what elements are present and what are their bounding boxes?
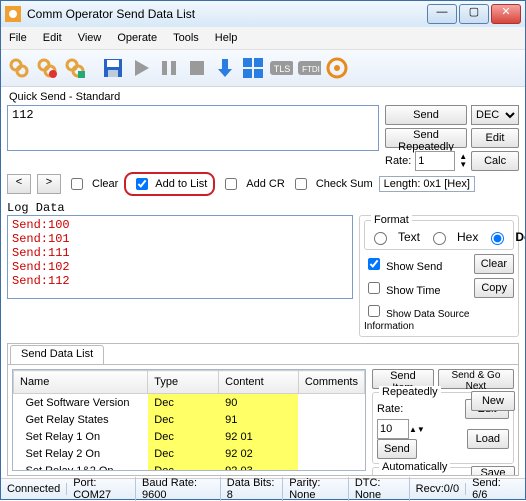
col-name[interactable]: Name [14,371,148,394]
pause-icon[interactable] [157,56,181,80]
sdl-send-button[interactable]: Send [377,439,417,459]
prev-button[interactable]: < [7,174,31,194]
status-bar: Connected Port: COM27 Baud Rate: 9600 Da… [1,478,525,499]
link-config-icon[interactable] [63,56,87,80]
svg-text:FTDI: FTDI [302,65,320,74]
send-data-table[interactable]: Name Type Content Comments Get Software … [12,369,366,471]
repeat-rate-input[interactable] [377,419,409,439]
log-box[interactable]: Send:100 Send:101 Send:111 Send:102 Send… [7,215,353,299]
clear-label: Clear [92,178,118,190]
maximize-button[interactable]: ▢ [459,4,489,24]
titlebar: Comm Operator Send Data List — ▢ ✕ [1,1,525,27]
show-send-checkbox[interactable] [368,258,380,270]
calc-icon[interactable] [241,56,265,80]
status-baud: Baud Rate: 9600 [136,477,221,501]
check-sum-label: Check Sum [316,178,373,190]
app-icon [5,6,21,22]
menubar: File Edit View Operate Tools Help [1,27,525,50]
format-hex-radio[interactable] [433,232,446,245]
add-cr-checkbox[interactable] [225,178,237,190]
target-icon[interactable] [325,56,349,80]
table-row[interactable]: Get Relay StatesDec91 [14,411,365,428]
spinner-icon[interactable]: ▲▼ [459,153,467,169]
status-parity: Parity: None [283,477,349,501]
table-row[interactable]: Get Software VersionDec90 [14,394,365,412]
unlink-icon[interactable] [35,56,59,80]
edit-button[interactable]: Edit [471,128,519,148]
format-text-radio[interactable] [374,232,387,245]
stop-icon[interactable] [185,56,209,80]
quick-send-input[interactable] [7,105,379,151]
send-button[interactable]: Send [385,105,467,125]
status-port: Port: COM27 [67,477,136,501]
window-title: Comm Operator Send Data List [27,7,427,21]
check-sum-checkbox[interactable] [295,178,307,190]
menu-help[interactable]: Help [215,32,238,44]
automatically-label: Automatically [379,461,450,473]
rate-input[interactable] [415,151,455,171]
log-clear-button[interactable]: Clear [474,254,514,274]
add-to-list-highlight: Add to List [124,172,215,196]
status-send: Send: 6/6 [466,477,519,501]
repeatedly-label: Repeatedly [379,386,441,398]
col-content[interactable]: Content [219,371,299,394]
add-to-list-checkbox[interactable] [136,178,148,190]
table-row[interactable]: Set Relay 1 OnDec92 01 [14,428,365,445]
save-icon[interactable] [101,56,125,80]
show-src-checkbox[interactable] [368,305,380,317]
send-repeatedly-button[interactable]: Send Repeatedly [385,128,467,148]
col-type[interactable]: Type [148,371,219,394]
menu-operate[interactable]: Operate [117,32,157,44]
clear-checkbox[interactable] [71,178,83,190]
save-as-button[interactable]: Save As [471,466,515,475]
status-connected: Connected [7,483,67,495]
add-to-list-label: Add to List [155,178,207,190]
status-dtc: DTC: None [349,477,410,501]
format-select[interactable]: DEC [471,105,519,125]
length-box: Length: 0x1 [Hex] [379,176,475,192]
log-copy-button[interactable]: Copy [474,278,514,298]
calc-button[interactable]: Calc [471,151,519,171]
next-button[interactable]: > [37,174,61,194]
link-icon[interactable] [7,56,31,80]
rate-label: Rate: [385,155,411,167]
download-icon[interactable] [213,56,237,80]
tls-icon[interactable]: TLS [269,56,293,80]
menu-view[interactable]: View [78,32,102,44]
close-button[interactable]: ✕ [491,4,521,24]
status-data-bits: Data Bits: 8 [221,477,283,501]
play-icon[interactable] [129,56,153,80]
col-comments[interactable]: Comments [298,371,364,394]
tab-send-data-list[interactable]: Send Data List [10,345,104,364]
add-cr-label: Add CR [246,178,285,190]
menu-file[interactable]: File [9,32,27,44]
log-data-label: Log Data [7,201,519,215]
send-go-next-button[interactable]: Send & Go Next [438,369,514,389]
quick-send-label: Quick Send - Standard [9,91,519,103]
table-row[interactable]: Set Relay 2 OnDec92 02 [14,445,365,462]
menu-edit[interactable]: Edit [43,32,62,44]
load-button[interactable]: Load [467,429,509,449]
ftdi-icon[interactable]: FTDI [297,56,321,80]
svg-text:TLS: TLS [274,64,291,74]
table-row[interactable]: Set Relay 1&2 OnDec92 03 [14,462,365,471]
minimize-button[interactable]: — [427,4,457,24]
format-label: Format [371,214,412,226]
format-dec-radio[interactable] [491,232,504,245]
show-time-checkbox[interactable] [368,282,380,294]
status-recv: Recv:0/0 [410,483,466,495]
toolbar: TLS FTDI [1,50,525,87]
menu-tools[interactable]: Tools [173,32,199,44]
new-button[interactable]: New [471,391,515,411]
